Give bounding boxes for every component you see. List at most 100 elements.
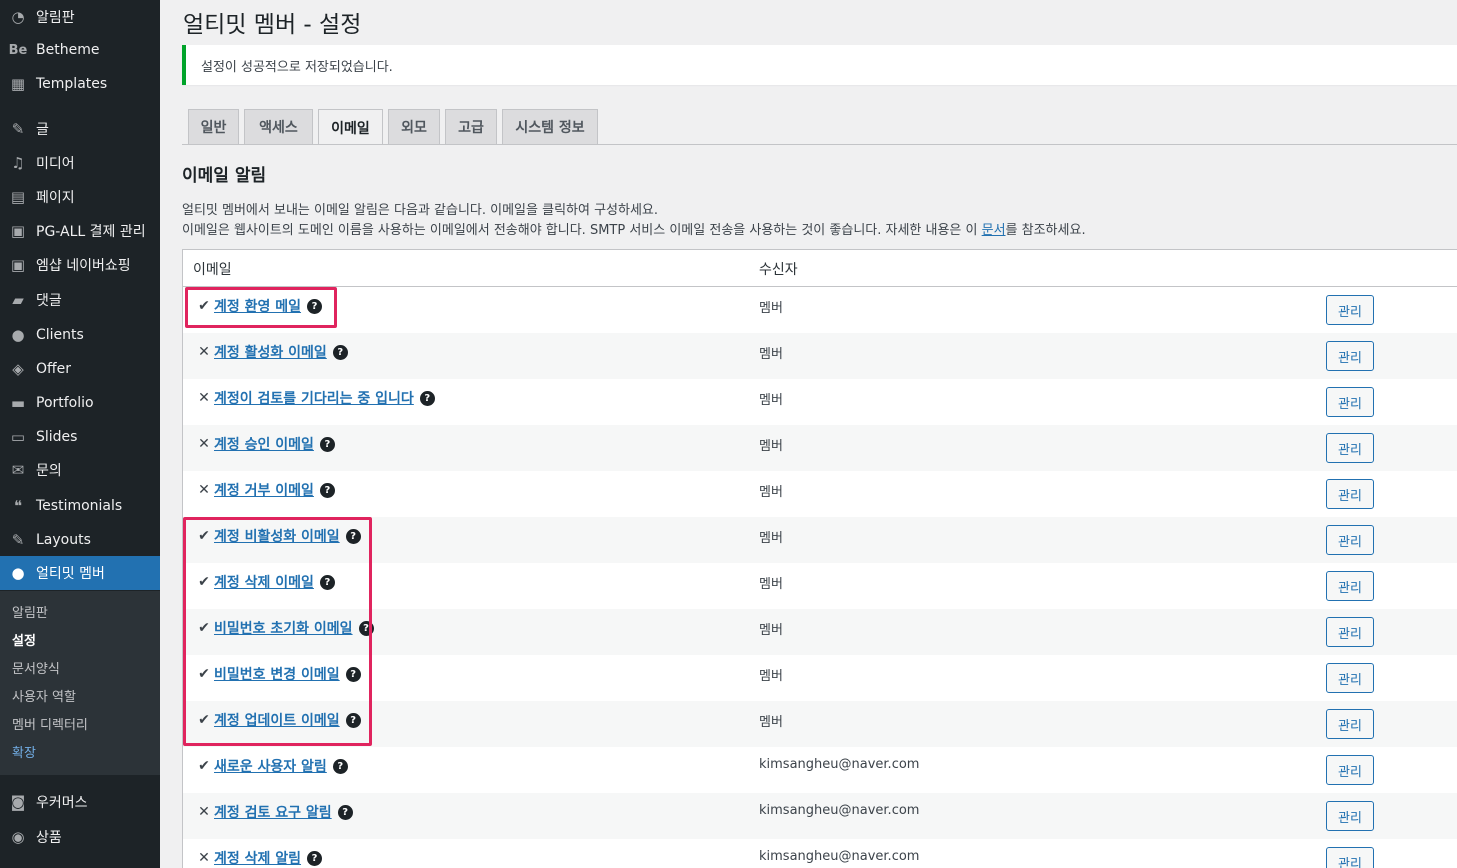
manage-button[interactable]: 관리 xyxy=(1326,617,1374,647)
betheme-icon: Be xyxy=(8,42,28,58)
checkmark-icon: ✔ xyxy=(198,528,210,544)
product-icon: ◉ xyxy=(11,828,25,846)
manage-button[interactable]: 관리 xyxy=(1326,479,1374,509)
tab-3[interactable]: 외모 xyxy=(388,109,440,144)
docs-link[interactable]: 문서 xyxy=(982,223,1006,238)
email-name-link[interactable]: 비밀번호 변경 이메일 xyxy=(214,664,340,684)
media-icon: ♫ xyxy=(11,154,25,172)
help-icon[interactable]: ? xyxy=(345,712,361,728)
sidebar-item-0[interactable]: ◔ 알림판 xyxy=(0,0,160,34)
tabs-divider xyxy=(182,144,1457,145)
tab-5[interactable]: 시스템 정보 xyxy=(502,109,598,144)
sidebar-item-3[interactable]: ✎ 글 xyxy=(0,112,160,146)
manage-button[interactable]: 관리 xyxy=(1326,847,1374,868)
recipient-cell: 멤버 xyxy=(759,301,783,316)
sidebar-item-label: Slides xyxy=(36,429,78,445)
manage-button[interactable]: 관리 xyxy=(1326,663,1374,693)
email-name-link[interactable]: 비밀번호 초기화 이메일 xyxy=(214,618,353,638)
sidebar-item-6[interactable]: ▣ PG-ALL 결제 관리 xyxy=(0,214,160,248)
sidebar-item-10[interactable]: ◈ Offer xyxy=(0,352,160,386)
help-icon[interactable]: ? xyxy=(332,758,348,774)
email-cell: ✔ 비밀번호 초기화 이메일? xyxy=(197,618,374,638)
email-name-link[interactable]: 계정 활성화 이메일 xyxy=(214,342,327,362)
help-icon[interactable]: ? xyxy=(419,390,435,406)
sidebar-item-label: 엠샵 네이버쇼핑 xyxy=(36,258,131,274)
tab-1[interactable]: 액세스 xyxy=(244,109,313,144)
manage-button[interactable]: 관리 xyxy=(1326,387,1374,417)
sidebar-item-9[interactable]: ● Clients xyxy=(0,318,160,352)
table-row: ✔ 새로운 사용자 알림? kimsangheu@naver.com 관리 xyxy=(183,747,1457,793)
email-name-link[interactable]: 계정 환영 메일 xyxy=(214,296,301,316)
recipient-cell: 멤버 xyxy=(759,623,783,638)
sidebar-item-11[interactable]: ▬ Portfolio xyxy=(0,386,160,420)
tag-icon: ◈ xyxy=(12,360,24,378)
submenu-item-1[interactable]: 설정 xyxy=(12,630,36,649)
submenu-item-3[interactable]: 사용자 역할 xyxy=(12,686,76,705)
sidebar-item-5[interactable]: ▤ 페이지 xyxy=(0,180,160,214)
help-icon[interactable]: ? xyxy=(307,850,323,866)
submenu-item-4[interactable]: 멤버 디렉터리 xyxy=(12,714,88,733)
email-cell: ✔ 계정 삭제 이메일? xyxy=(197,572,335,592)
close-icon: ✕ xyxy=(198,850,210,866)
email-name-link[interactable]: 계정 삭제 이메일 xyxy=(214,572,314,592)
help-icon[interactable]: ? xyxy=(345,666,361,682)
description-line-1: 얼티밋 멤버에서 보내는 이메일 알림은 다음과 같습니다. 이메일을 클릭하여… xyxy=(182,203,659,218)
email-name-link[interactable]: 계정이 검토를 기다리는 중 입니다 xyxy=(214,388,414,408)
email-name-link[interactable]: 계정 거부 이메일 xyxy=(214,480,314,500)
success-notice: 설정이 성공적으로 저장되었습니다. xyxy=(182,45,1457,85)
help-icon[interactable]: ? xyxy=(332,344,348,360)
manage-button[interactable]: 관리 xyxy=(1326,525,1374,555)
sidebar-item-13[interactable]: ✉ 문의 xyxy=(0,453,160,487)
user-icon: ● xyxy=(11,326,25,344)
sidebar-item-17[interactable]: ◙ 우커머스 xyxy=(0,785,160,819)
email-cell: ✔ 비밀번호 변경 이메일? xyxy=(197,664,361,684)
sidebar-item-7[interactable]: ▣ 엠샵 네이버쇼핑 xyxy=(0,248,160,282)
tab-2[interactable]: 이메일 xyxy=(318,109,383,145)
manage-button[interactable]: 관리 xyxy=(1326,341,1374,371)
sidebar-item-8[interactable]: ▰ 댓글 xyxy=(0,283,160,317)
manage-button[interactable]: 관리 xyxy=(1326,801,1374,831)
sidebar-item-16[interactable]: ● 얼티밋 멤버 xyxy=(0,556,160,590)
submenu-item-2[interactable]: 문서양식 xyxy=(12,658,60,677)
sidebar-item-15[interactable]: ✎ Layouts xyxy=(0,523,160,557)
sidebar-item-14[interactable]: ❝ Testimonials xyxy=(0,489,160,523)
manage-button[interactable]: 관리 xyxy=(1326,433,1374,463)
manage-button[interactable]: 관리 xyxy=(1326,571,1374,601)
sidebar-item-label: 문의 xyxy=(36,463,62,479)
email-name-link[interactable]: 새로운 사용자 알림 xyxy=(214,756,327,776)
sidebar-item-label: Templates xyxy=(36,76,108,92)
sidebar-item-1[interactable]: Be Betheme xyxy=(0,33,160,67)
page-title: 얼티밋 멤버 - 설정 xyxy=(183,12,362,38)
checkmark-icon: ✔ xyxy=(198,712,210,728)
help-icon[interactable]: ? xyxy=(319,482,335,498)
main-content: 얼티밋 멤버 - 설정 설정이 성공적으로 저장되었습니다. 일반 액세스 이메일 외… xyxy=(160,0,1457,868)
table-body: ✔ 계정 환영 메일? 멤버 관리 ✕ 계정 활성화 이메일? 멤버 관리 ✕ 계정이 검토를 기… xyxy=(183,287,1457,868)
submenu-item-5[interactable]: 확장 xyxy=(12,742,36,761)
manage-button[interactable]: 관리 xyxy=(1326,709,1374,739)
close-icon: ✕ xyxy=(198,482,210,498)
sidebar-item-label: Clients xyxy=(36,327,84,343)
email-name-link[interactable]: 계정 승인 이메일 xyxy=(214,434,314,454)
help-icon[interactable]: ? xyxy=(345,528,361,544)
manage-button[interactable]: 관리 xyxy=(1326,295,1374,325)
help-icon[interactable]: ? xyxy=(319,436,335,452)
help-icon[interactable]: ? xyxy=(358,620,374,636)
tab-0[interactable]: 일반 xyxy=(188,109,239,144)
sidebar-item-label: 상품 xyxy=(36,830,62,846)
email-name-link[interactable]: 계정 검토 요구 알림 xyxy=(214,802,332,822)
email-name-link[interactable]: 계정 삭제 알림 xyxy=(214,848,301,868)
tab-4[interactable]: 고급 xyxy=(445,109,497,144)
sidebar-item-12[interactable]: ▭ Slides xyxy=(0,420,160,454)
submenu-item-0[interactable]: 알림판 xyxy=(12,602,48,621)
email-name-link[interactable]: 계정 업데이트 이메일 xyxy=(214,710,340,730)
sidebar-item-2[interactable]: ▦ Templates xyxy=(0,67,160,101)
help-icon[interactable]: ? xyxy=(307,298,323,314)
recipient-cell: 멤버 xyxy=(759,393,783,408)
sidebar-item-18[interactable]: ◉ 상품 xyxy=(0,820,160,854)
manage-button[interactable]: 관리 xyxy=(1326,755,1374,785)
help-icon[interactable]: ? xyxy=(319,574,335,590)
sidebar-item-4[interactable]: ♫ 미디어 xyxy=(0,146,160,180)
recipient-cell: 멤버 xyxy=(759,347,783,362)
help-icon[interactable]: ? xyxy=(337,804,353,820)
email-name-link[interactable]: 계정 비활성화 이메일 xyxy=(214,526,340,546)
